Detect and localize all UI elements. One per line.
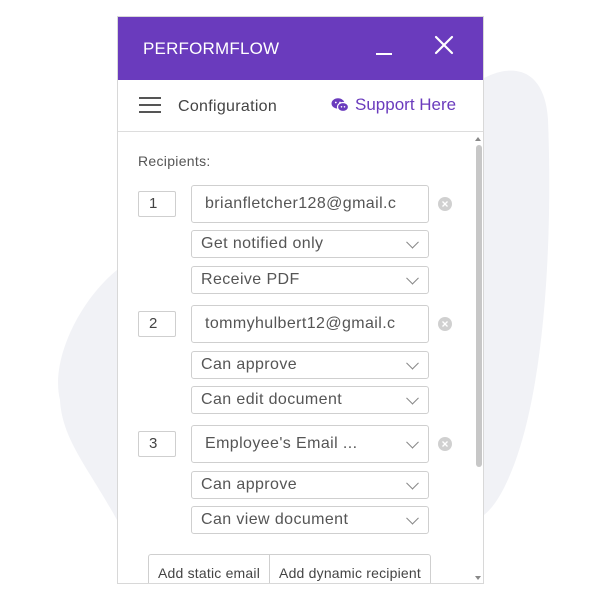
config-header: Configuration Support Here — [118, 80, 483, 132]
scrollbar-thumb[interactable] — [476, 145, 482, 467]
chevron-down-icon — [406, 235, 419, 249]
recipient-3-permission-select[interactable]: Can approve — [191, 471, 429, 499]
recipient-2-permission-select[interactable]: Can approve — [191, 351, 429, 379]
chevron-down-icon — [406, 271, 419, 285]
recipient-3-order[interactable]: 3 — [138, 431, 176, 457]
recipient-3-remove-icon[interactable] — [438, 437, 452, 451]
hamburger-icon[interactable] — [139, 95, 161, 115]
add-dynamic-recipient-button[interactable]: Add dynamic recipient — [269, 555, 430, 583]
recipient-1-document-value: Receive PDF — [201, 271, 300, 288]
recipient-1-remove-icon[interactable] — [438, 197, 452, 211]
recipient-3-email-select[interactable]: Employee's Email ... — [191, 425, 429, 463]
scroll-down-arrow[interactable] — [475, 576, 481, 580]
recipient-3-email-value: Employee's Email ... — [205, 435, 358, 452]
recipient-2-order[interactable]: 2 — [138, 311, 176, 337]
recipient-1-permission-select[interactable]: Get notified only — [191, 230, 429, 258]
recipient-1-order[interactable]: 1 — [138, 191, 176, 217]
app-title: PERFORMFLOW — [143, 39, 280, 58]
chat-icon — [331, 98, 349, 113]
add-recipient-buttons: Add static email Add dynamic recipient — [148, 554, 431, 583]
recipient-2-document-value: Can edit document — [201, 391, 343, 408]
chevron-down-icon — [406, 435, 419, 449]
minimize-button[interactable] — [372, 35, 396, 59]
recipient-3-document-select[interactable]: Can view document — [191, 506, 429, 534]
scroll-up-arrow[interactable] — [475, 137, 481, 141]
chevron-down-icon — [406, 356, 419, 370]
chevron-down-icon — [406, 476, 419, 490]
recipient-1-email-input[interactable]: brianfletcher128@gmail.c — [191, 185, 429, 223]
close-icon — [434, 35, 454, 55]
support-link[interactable]: Support Here — [331, 95, 456, 115]
performflow-panel: PERFORMFLOW Configuration Support Here R… — [117, 16, 484, 584]
recipients-label: Recipients: — [138, 153, 211, 169]
recipient-2-document-select[interactable]: Can edit document — [191, 386, 429, 414]
recipient-3-document-value: Can view document — [201, 511, 349, 528]
recipient-1-document-select[interactable]: Receive PDF — [191, 266, 429, 294]
recipient-1-permission-value: Get notified only — [201, 235, 324, 252]
support-label: Support Here — [355, 95, 457, 114]
section-title: Configuration — [178, 98, 278, 115]
recipients-section: Recipients: 1 brianfletcher128@gmail.c G… — [118, 132, 483, 583]
close-button[interactable] — [432, 33, 456, 57]
recipient-3-permission-value: Can approve — [201, 476, 298, 493]
recipient-2-permission-value: Can approve — [201, 356, 298, 373]
chevron-down-icon — [406, 511, 419, 525]
recipient-2-remove-icon[interactable] — [438, 317, 452, 331]
title-bar: PERFORMFLOW — [118, 17, 483, 80]
recipient-2-email-input[interactable]: tommyhulbert12@gmail.c — [191, 305, 429, 343]
add-static-email-button[interactable]: Add static email — [149, 555, 269, 583]
chevron-down-icon — [406, 391, 419, 405]
